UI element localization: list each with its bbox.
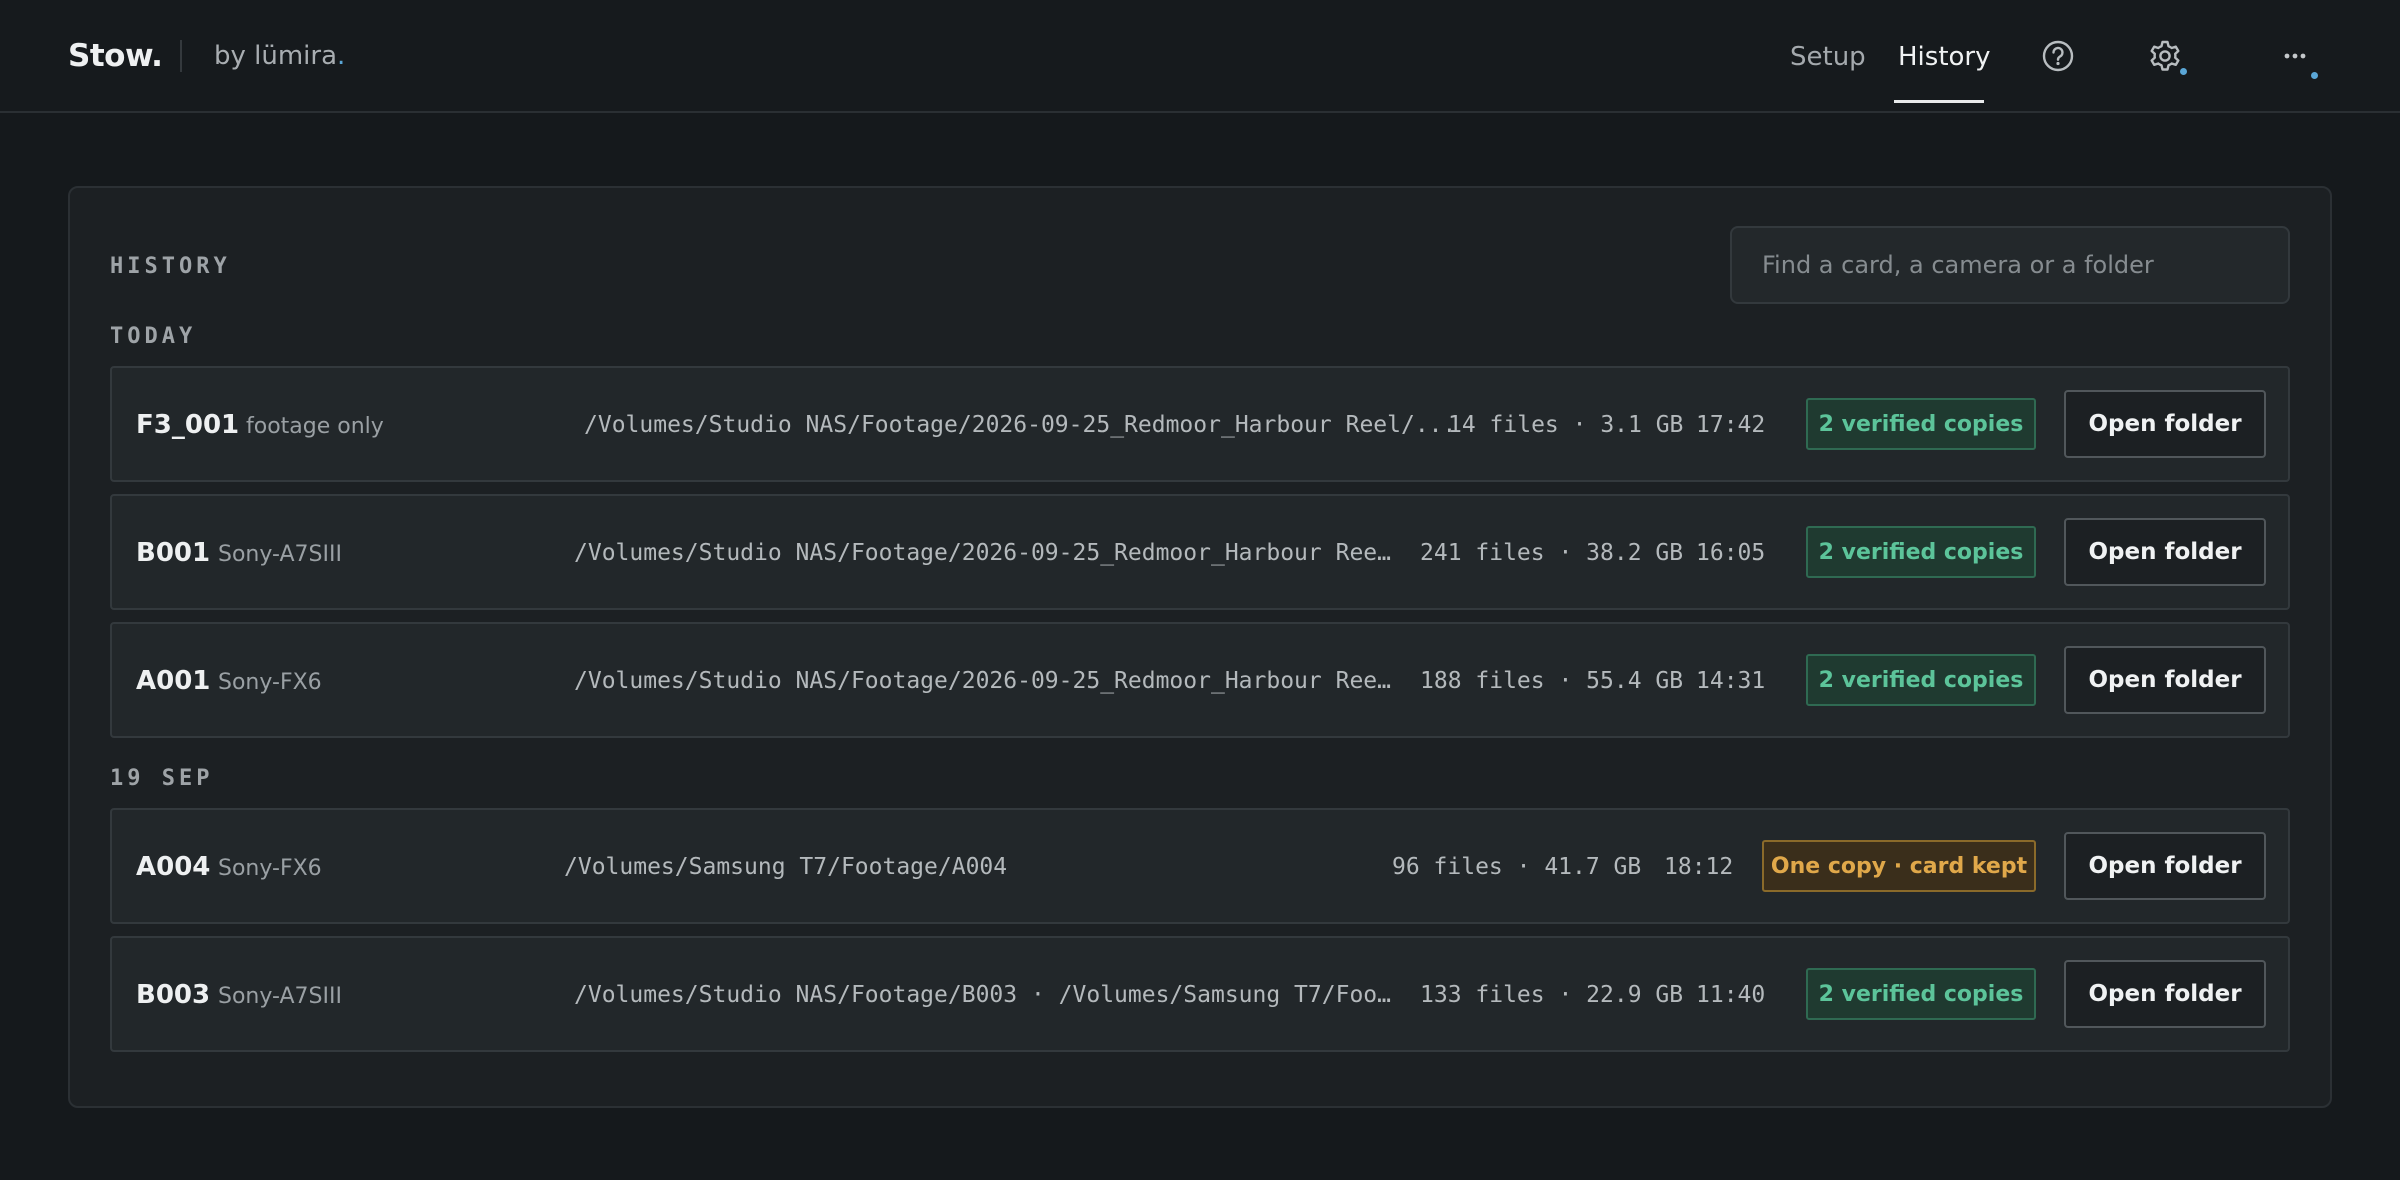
camera-name: Sony-A7SIII	[218, 984, 342, 1009]
camera-name: Sony-A7SIII	[218, 542, 342, 567]
open-folder-button[interactable]: Open folder	[2064, 960, 2266, 1028]
history-panel: HISTORY TODAY F3_001 footage only /Volum…	[68, 186, 2332, 1108]
file-stats: 96 files · 41.7 GB	[1392, 854, 1642, 880]
brand-byline: by lümira.	[214, 41, 346, 71]
search-input[interactable]	[1730, 226, 2290, 304]
card-id: A004	[136, 852, 211, 882]
active-tab-indicator	[1894, 100, 1984, 103]
brand-divider	[180, 40, 182, 72]
history-row: F3_001 footage only /Volumes/Studio NAS/…	[110, 366, 2290, 482]
tab-setup[interactable]: Setup	[1790, 42, 1866, 72]
card-id: B001	[136, 538, 211, 568]
timestamp: 11:40	[1696, 982, 1766, 1008]
open-folder-button[interactable]: Open folder	[2064, 390, 2266, 458]
more-button[interactable]	[2273, 36, 2318, 80]
settings-notification-dot	[2180, 68, 2187, 75]
destination-path: /Volumes/Studio NAS/Footage/2026-09-25_R…	[574, 668, 1400, 694]
panel-title: HISTORY	[110, 254, 231, 279]
timestamp: 17:42	[1696, 412, 1766, 438]
status-badge: One copy · card kept	[1762, 840, 2036, 892]
tab-history[interactable]: History	[1898, 42, 1991, 72]
card-id: F3_001	[136, 410, 240, 440]
destination-path: /Volumes/Studio NAS/Footage/B003 · /Volu…	[574, 982, 1400, 1008]
open-folder-button[interactable]: Open folder	[2064, 646, 2266, 714]
open-folder-button[interactable]: Open folder	[2064, 518, 2266, 586]
status-badge: 2 verified copies	[1806, 398, 2036, 450]
camera-name: Sony-FX6	[218, 670, 322, 695]
file-stats: 241 files · 38.2 GB	[1420, 540, 1684, 566]
status-badge: 2 verified copies	[1806, 968, 2036, 1020]
settings-button[interactable]	[2143, 36, 2187, 80]
destination-path: /Volumes/Studio NAS/Footage/2026-09-25_R…	[574, 540, 1400, 566]
status-badge: 2 verified copies	[1806, 526, 2036, 578]
history-row: B001 Sony-A7SIII /Volumes/Studio NAS/Foo…	[110, 494, 2290, 610]
camera-name: footage only	[246, 414, 384, 439]
destination-path: /Volumes/Studio NAS/Footage/2026-09-25_R…	[584, 412, 1457, 438]
history-row: B003 Sony-A7SIII /Volumes/Studio NAS/Foo…	[110, 936, 2290, 1052]
history-row: A004 Sony-FX6 /Volumes/Samsung T7/Footag…	[110, 808, 2290, 924]
group-label-today: TODAY	[110, 324, 197, 349]
file-stats: 188 files · 55.4 GB	[1420, 668, 1684, 694]
card-id: B003	[136, 980, 211, 1010]
open-folder-button[interactable]: Open folder	[2064, 832, 2266, 900]
timestamp: 18:12	[1664, 854, 1734, 880]
camera-name: Sony-FX6	[218, 856, 322, 881]
top-bar: Stow. by lümira. Setup History	[0, 0, 2400, 113]
history-row: A001 Sony-FX6 /Volumes/Studio NAS/Footag…	[110, 622, 2290, 738]
timestamp: 14:31	[1696, 668, 1766, 694]
group-label-19-sep: 19 SEP	[110, 766, 214, 791]
file-stats: 14 files · 3.1 GB	[1448, 412, 1684, 438]
card-id: A001	[136, 666, 211, 696]
more-notification-dot	[2311, 72, 2318, 79]
file-stats: 133 files · 22.9 GB	[1420, 982, 1684, 1008]
timestamp: 16:05	[1696, 540, 1766, 566]
app-logo: Stow.	[68, 38, 163, 74]
question-circle-icon	[2042, 40, 2074, 72]
status-badge: 2 verified copies	[1806, 654, 2036, 706]
destination-path: /Volumes/Samsung T7/Footage/A004	[564, 854, 1008, 880]
help-button[interactable]	[2036, 36, 2080, 80]
